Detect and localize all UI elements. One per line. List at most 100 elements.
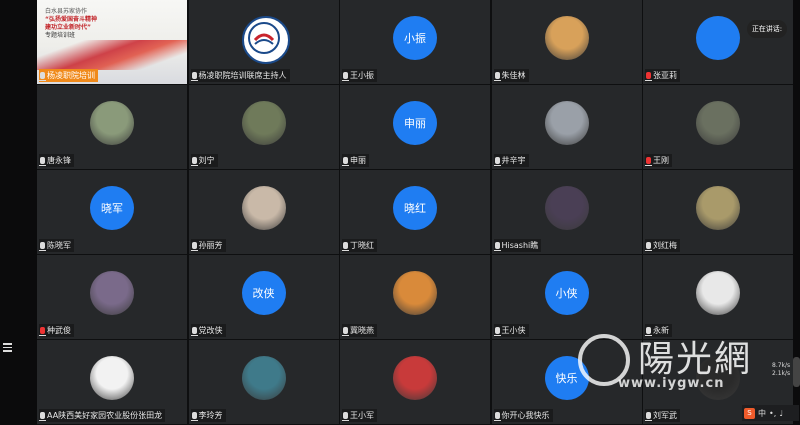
banner-text: 建功立业新时代”: [45, 24, 91, 31]
mic-icon: [493, 157, 501, 166]
mic-icon: [342, 72, 349, 81]
participant-name: 党改侠: [198, 326, 223, 335]
avatar: [241, 356, 286, 400]
participant-name-label: 王小军: [342, 409, 377, 422]
participant-name: 冀晓燕: [350, 326, 374, 335]
menu-icon[interactable]: [3, 343, 12, 352]
avatar: 晓军: [90, 186, 134, 230]
participant-name-label: 王刚: [645, 154, 672, 167]
participant-tile[interactable]: 白水县苏家协作 “弘扬爱国奋斗精神 建功立业新时代” 专题培训班 杨凌职院培训: [37, 0, 187, 84]
participant-name: 申丽: [350, 156, 366, 165]
participant-name-label: 申丽: [342, 154, 369, 167]
mic-muted-icon: [39, 327, 46, 336]
participant-tile[interactable]: 杨凌职院培训联席主持人: [188, 0, 339, 84]
participant-tile[interactable]: 王小军: [340, 340, 490, 424]
college-logo-icon: [247, 22, 280, 54]
avatar: 小振: [393, 16, 437, 60]
participant-name: 王小振: [350, 71, 374, 80]
participant-tile[interactable]: 晓红丁晓红: [340, 170, 490, 254]
participant-name-label: 刘红梅: [645, 239, 680, 252]
participant-name: 永新: [653, 326, 669, 335]
participant-tile[interactable]: 申丽 申丽: [340, 85, 490, 169]
participant-name-label: 永新: [645, 324, 672, 337]
participant-name-label: 唐永锋: [39, 154, 74, 167]
participant-tile[interactable]: 李玲芳: [188, 340, 339, 424]
participant-tile[interactable]: 孙丽芳: [188, 170, 339, 254]
participant-name-label: 刘军武: [645, 409, 680, 422]
mic-icon: [342, 157, 349, 166]
participant-tile[interactable]: Hisashi瞧: [491, 170, 642, 254]
avatar: 晓红: [393, 186, 437, 230]
participant-name-label: 孙丽芳: [190, 239, 226, 252]
ime-language[interactable]: 中: [758, 408, 766, 419]
participant-tile[interactable]: 小振王小振: [340, 0, 490, 84]
avatar: [90, 271, 134, 315]
participant-tile[interactable]: AA陕西美好家园农业股份张田龙: [37, 340, 187, 424]
participant-tile[interactable]: 种武俊: [37, 255, 187, 339]
mic-icon: [190, 327, 198, 336]
mic-icon: [493, 242, 501, 251]
participant-tile[interactable]: 小侠王小侠: [491, 255, 642, 339]
mic-icon: [342, 327, 349, 336]
participant-name: 刘军武: [653, 411, 677, 420]
participant-name: 你开心我快乐: [501, 411, 550, 420]
avatar: [544, 186, 589, 230]
mic-icon: [39, 157, 46, 166]
participant-tile[interactable]: 唐永锋: [37, 85, 187, 169]
ime-punct-icon[interactable]: •,: [769, 409, 776, 418]
video-conference-window: 白水县苏家协作 “弘扬爱国奋斗精神 建功立业新时代” 专题培训班 杨凌职院培训 杨凌职院培…: [0, 0, 800, 425]
mic-icon: [190, 72, 198, 81]
mic-icon: [645, 327, 652, 336]
avatar: 小侠: [544, 271, 589, 315]
ime-mic-icon[interactable]: ♩: [779, 409, 783, 418]
network-down: 2.1k/s: [772, 370, 791, 377]
participant-tile[interactable]: 刘宁: [188, 85, 339, 169]
left-sidebar: [0, 0, 37, 425]
participant-name: AA陕西美好家园农业股份张田龙: [47, 411, 163, 420]
mic-icon: [342, 242, 349, 251]
speaking-indicator: 正在讲话:: [747, 20, 787, 38]
participant-tile[interactable]: 正在讲话: 张亚莉: [643, 0, 793, 84]
participant-name: 杨凌职院培训联席主持人: [198, 71, 287, 80]
participant-tile[interactable]: 改侠 党改侠: [188, 255, 339, 339]
participant-tile[interactable]: 朱佳林: [491, 0, 642, 84]
ime-status-bar[interactable]: S 中 •, ♩: [742, 405, 799, 421]
right-scrollbar[interactable]: [793, 0, 800, 425]
participant-name: 王小军: [350, 411, 374, 420]
mic-icon: [645, 242, 652, 251]
mic-muted-icon: [645, 157, 652, 166]
participant-tile[interactable]: 冀晓燕: [340, 255, 490, 339]
participant-name-label: 党改侠: [190, 324, 226, 337]
participant-tile[interactable]: 王刚: [643, 85, 793, 169]
scrollbar-handle[interactable]: [793, 357, 800, 387]
sogou-ime-icon[interactable]: S: [744, 407, 755, 419]
avatar: [544, 101, 589, 145]
participant-tile[interactable]: 晓军 陈晓军: [37, 170, 187, 254]
participant-tile[interactable]: 井辛宇: [491, 85, 642, 169]
participant-name: 杨凌职院培训: [47, 71, 95, 80]
avatar: [241, 101, 286, 145]
participant-tile[interactable]: 永新: [643, 255, 793, 339]
mic-icon: [39, 412, 46, 421]
banner-text: 白水县苏家协作: [45, 8, 88, 15]
network-speed: 8.7k/s 2.1k/s: [772, 362, 790, 378]
avatar: [241, 16, 290, 64]
avatar: [696, 186, 740, 230]
participant-name: 种武俊: [47, 326, 71, 335]
participant-name: 刘宁: [198, 156, 215, 165]
participant-name-label: 杨凌职院培训: [39, 69, 98, 82]
participant-name-label: 王小侠: [493, 324, 529, 337]
participant-name: 丁晓红: [350, 241, 374, 250]
participant-tile[interactable]: 刘红梅: [643, 170, 793, 254]
mic-icon: [645, 412, 652, 421]
participant-name: 唐永锋: [47, 156, 71, 165]
mic-icon: [190, 157, 198, 166]
participant-name-label: 刘宁: [190, 154, 218, 167]
mic-icon: [39, 72, 46, 81]
banner-red-band: [37, 40, 187, 70]
avatar: [90, 101, 134, 145]
participant-name: 朱佳林: [501, 71, 526, 80]
avatar: [544, 16, 589, 60]
mic-icon: [190, 242, 198, 251]
participant-tile[interactable]: 快乐 你开心我快乐: [491, 340, 642, 424]
